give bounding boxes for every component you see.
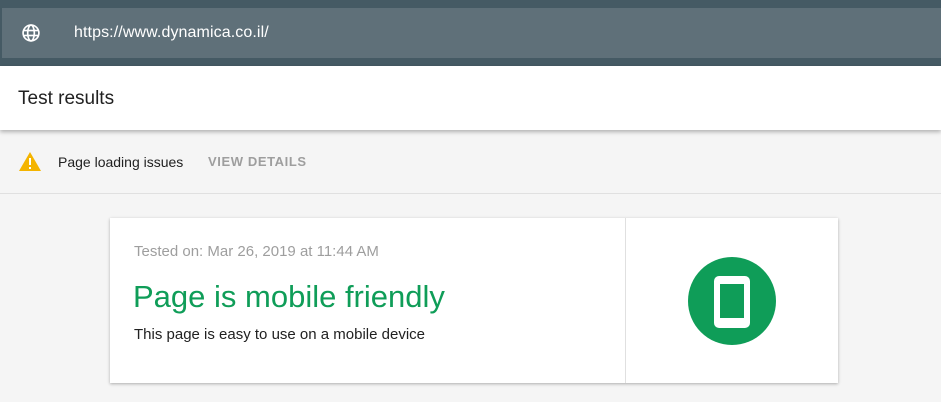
result-description: This page is easy to use on a mobile dev… [134, 326, 425, 343]
page-title: Test results [18, 88, 115, 109]
result-title: Page is mobile friendly [133, 279, 445, 314]
browser-topbar: https://www.dynamica.co.il/ [0, 0, 941, 66]
page-header: Test results [0, 66, 941, 130]
result-card: Tested on: Mar 26, 2019 at 11:44 AM Page… [110, 218, 838, 383]
issues-label: Page loading issues [58, 154, 184, 170]
warning-icon [19, 152, 41, 171]
url-text[interactable]: https://www.dynamica.co.il/ [74, 23, 269, 43]
result-status-panel [626, 218, 838, 383]
globe-icon [22, 24, 40, 42]
result-summary: Tested on: Mar 26, 2019 at 11:44 AM Page… [110, 218, 626, 383]
tested-on-timestamp: Tested on: Mar 26, 2019 at 11:44 AM [134, 243, 379, 260]
issues-bar: Page loading issues VIEW DETAILS [0, 130, 941, 194]
address-bar[interactable]: https://www.dynamica.co.il/ [2, 8, 941, 58]
mobile-phone-icon [688, 257, 776, 345]
view-details-button[interactable]: VIEW DETAILS [208, 153, 307, 171]
